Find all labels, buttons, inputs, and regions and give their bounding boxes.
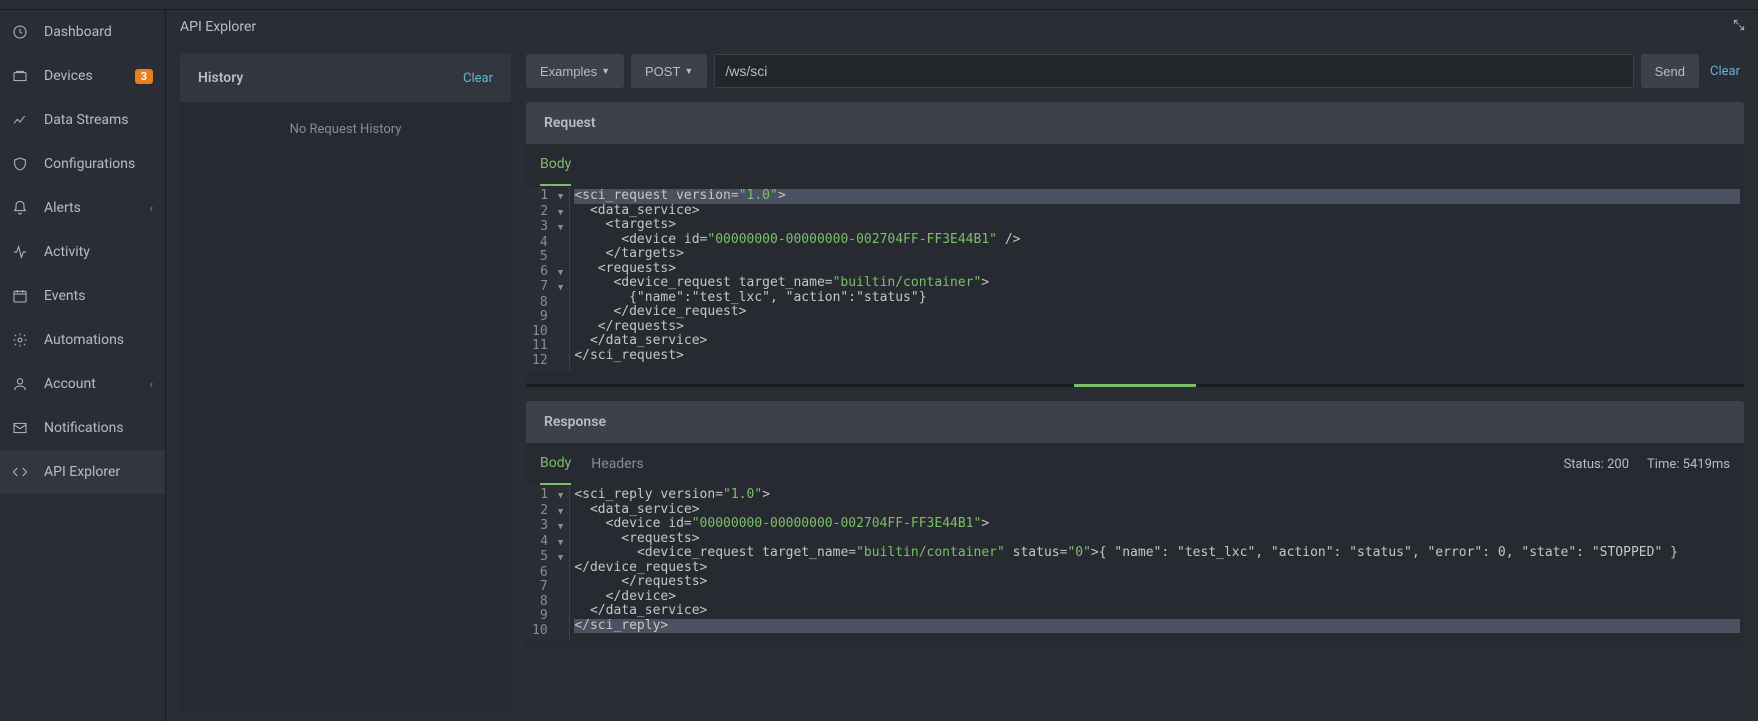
sidebar-item-dashboard[interactable]: Dashboard xyxy=(0,10,165,54)
caret-down-icon: ▼ xyxy=(601,66,610,76)
page-title: API Explorer xyxy=(180,19,256,35)
sidebar-item-label: Activity xyxy=(44,244,153,260)
tab-headers[interactable]: Headers xyxy=(591,444,643,484)
right-panel: Examples▼ POST▼ Send Clear Request Body … xyxy=(526,54,1744,711)
response-gutter: 1 ▼2 ▼3 ▼4 ▼5 ▼6 7 8 9 10 xyxy=(526,486,570,640)
chart-icon xyxy=(12,112,28,128)
response-meta: Status: 200 Time: 5419ms xyxy=(1564,457,1730,472)
tab-body[interactable]: Body xyxy=(540,443,571,485)
sidebar-item-data-streams[interactable]: Data Streams xyxy=(0,98,165,142)
time-text: Time: 5419ms xyxy=(1647,457,1730,472)
request-editor[interactable]: 1 ▼2 ▼3 ▼4 5 6 ▼7 ▼8 9 10 11 12 <sci_req… xyxy=(526,187,1744,370)
sidebar-item-notifications[interactable]: Notifications xyxy=(0,406,165,450)
sidebar-item-devices[interactable]: Devices 3 xyxy=(0,54,165,98)
status-text: Status: 200 xyxy=(1564,457,1629,472)
sidebar-item-label: API Explorer xyxy=(44,464,153,480)
request-gutter: 1 ▼2 ▼3 ▼4 5 6 ▼7 ▼8 9 10 11 12 xyxy=(526,187,570,370)
send-button[interactable]: Send xyxy=(1641,54,1699,88)
sidebar-item-alerts[interactable]: Alerts ‹ xyxy=(0,186,165,230)
response-tabs: Body Headers Status: 200 Time: 5419ms xyxy=(526,443,1744,486)
sidebar-item-label: Notifications xyxy=(44,420,153,436)
main: API Explorer History Clear No Request Hi… xyxy=(166,9,1758,721)
sidebar-item-label: Data Streams xyxy=(44,112,153,128)
chevron-left-icon: ‹ xyxy=(150,378,153,391)
user-icon xyxy=(12,376,28,392)
history-header: History Clear xyxy=(180,54,511,102)
sidebar-item-label: Account xyxy=(44,376,150,392)
sidebar-item-label: Dashboard xyxy=(44,24,153,40)
examples-dropdown[interactable]: Examples▼ xyxy=(526,54,624,88)
sidebar-item-label: Events xyxy=(44,288,153,304)
sidebar-item-account[interactable]: Account ‹ xyxy=(0,362,165,406)
sidebar-item-configurations[interactable]: Configurations xyxy=(0,142,165,186)
sidebar-item-api-explorer[interactable]: API Explorer xyxy=(0,450,165,494)
request-tabs: Body xyxy=(526,144,1744,187)
request-header: Request xyxy=(526,102,1744,144)
sidebar-item-label: Alerts xyxy=(44,200,150,216)
shield-icon xyxy=(12,156,28,172)
history-empty-message: No Request History xyxy=(180,102,511,157)
url-input[interactable] xyxy=(714,54,1633,88)
topbar: API Explorer xyxy=(166,10,1758,44)
sidebar-item-label: Configurations xyxy=(44,156,153,172)
response-header: Response xyxy=(526,401,1744,443)
code-icon xyxy=(12,464,28,480)
expand-icon[interactable] xyxy=(1732,18,1746,36)
response-code: <sci_reply version="1.0"> <data_service>… xyxy=(570,486,1744,640)
response-block: Response Body Headers Status: 200 Time: … xyxy=(526,401,1744,648)
sidebar-item-activity[interactable]: Activity xyxy=(0,230,165,274)
devices-badge: 3 xyxy=(135,69,153,84)
activity-icon xyxy=(12,244,28,260)
caret-down-icon: ▼ xyxy=(684,66,693,76)
chevron-left-icon: ‹ xyxy=(150,202,153,215)
request-code[interactable]: <sci_request version="1.0"> <data_servic… xyxy=(570,187,1744,370)
clear-button[interactable]: Clear xyxy=(1706,54,1744,88)
calendar-icon xyxy=(12,288,28,304)
tab-body[interactable]: Body xyxy=(540,144,571,186)
dashboard-icon xyxy=(12,24,28,40)
response-editor[interactable]: 1 ▼2 ▼3 ▼4 ▼5 ▼6 7 8 9 10 <sci_reply ver… xyxy=(526,486,1744,640)
sidebar: Dashboard Devices 3 Data Streams Configu… xyxy=(0,9,166,721)
request-toolbar: Examples▼ POST▼ Send Clear xyxy=(526,54,1744,88)
bell-icon xyxy=(12,200,28,216)
sidebar-item-events[interactable]: Events xyxy=(0,274,165,318)
request-block: Request Body 1 ▼2 ▼3 ▼4 5 6 ▼7 ▼8 9 10 1… xyxy=(526,102,1744,387)
mail-icon xyxy=(12,420,28,436)
progress-bar xyxy=(526,384,1744,387)
history-panel: History Clear No Request History xyxy=(180,54,511,711)
sidebar-item-automations[interactable]: Automations xyxy=(0,318,165,362)
sidebar-item-label: Devices xyxy=(44,68,135,84)
method-dropdown[interactable]: POST▼ xyxy=(631,54,707,88)
devices-icon xyxy=(12,68,28,84)
history-title: History xyxy=(198,70,243,86)
history-clear-button[interactable]: Clear xyxy=(463,71,493,86)
gear-icon xyxy=(12,332,28,348)
sidebar-item-label: Automations xyxy=(44,332,153,348)
